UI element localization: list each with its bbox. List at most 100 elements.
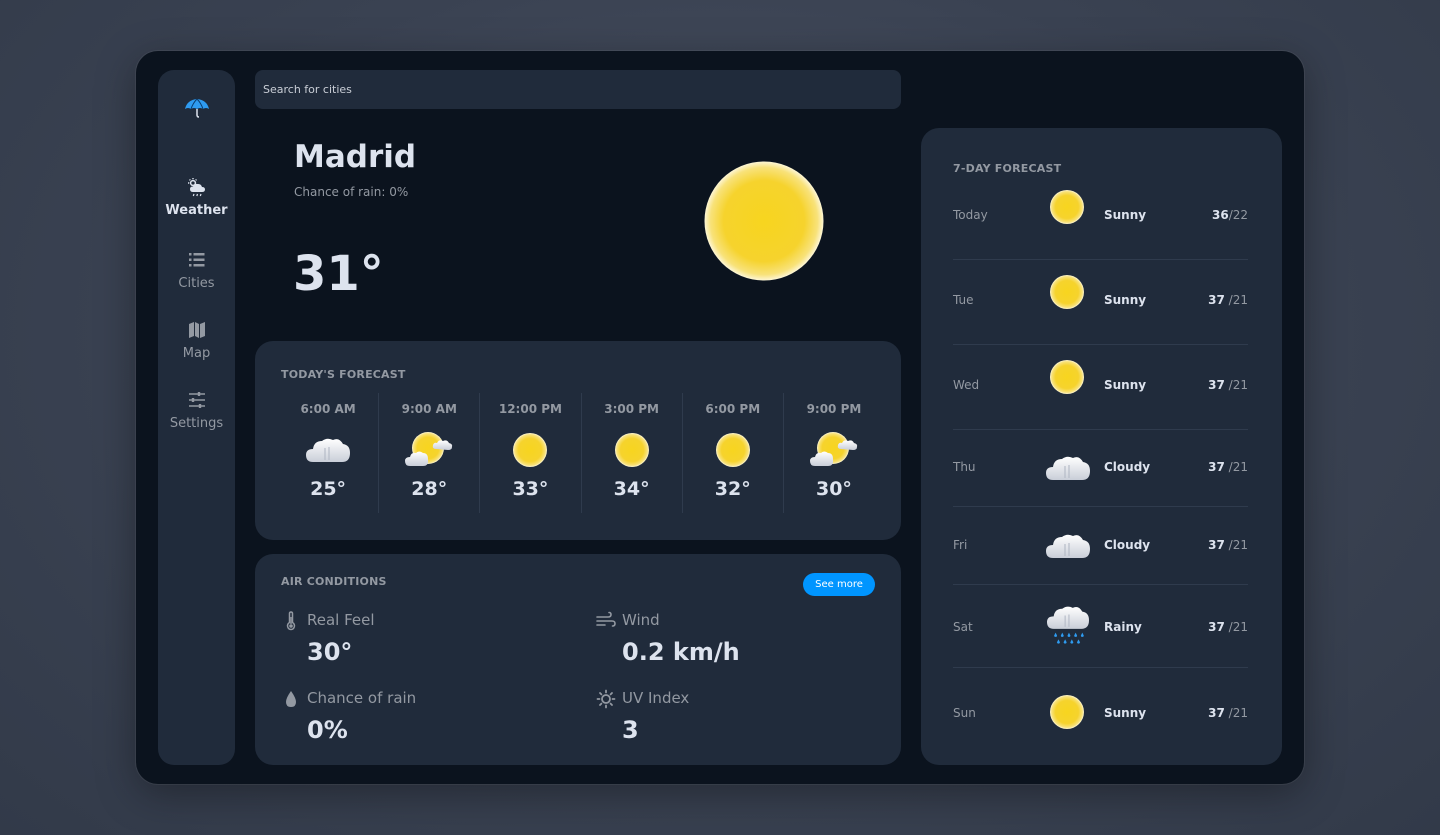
day-low: /21 [1224, 706, 1248, 720]
hour-time: 9:00 PM [806, 402, 862, 416]
sidebar-item-weather[interactable]: Weather [158, 177, 235, 218]
hour-temp: 25° [310, 478, 347, 500]
hour-temp: 33° [512, 478, 549, 500]
sun-icon [1047, 357, 1087, 397]
sun-icon [694, 151, 834, 291]
hourly-forecast-list: 6:00 AM 25° 9:00 AM 28° 12:00 PM 33° 3:0… [278, 393, 884, 513]
day-temperature: 37 /21 [1208, 620, 1248, 634]
partly-cloudy-icon [404, 430, 454, 470]
day-name: Tue [953, 293, 974, 307]
search-input[interactable] [255, 70, 901, 109]
daily-forecast-row: Fri Cloudy 37 /21 [953, 528, 1248, 585]
sidebar-item-label: Weather [165, 203, 228, 218]
day-high: 37 [1208, 538, 1225, 552]
wind-value: 0.2 km/h [622, 638, 740, 666]
day-high: 37 [1208, 293, 1225, 307]
sun-icon [1047, 272, 1087, 312]
sidebar: Weather Cities Map Settings [158, 70, 235, 765]
map-icon [188, 322, 205, 338]
day-name: Fri [953, 538, 968, 552]
seven-day-forecast-card: 7-DAY FORECAST Today Sunny 36/22 Tue Sun… [921, 128, 1282, 765]
sun-outline-icon [596, 689, 616, 709]
daily-forecast-row: Today Sunny 36/22 [953, 196, 1248, 260]
wind-icon [596, 611, 616, 627]
chance-of-rain-text: Chance of rain: 0% [294, 185, 409, 199]
day-temperature: 37 /21 [1208, 538, 1248, 552]
daily-forecast-row: Wed Sunny 37 /21 [953, 366, 1248, 430]
daily-forecast-row: Sat Rainy 37 /21 [953, 606, 1248, 668]
sun-icon [1047, 187, 1087, 227]
day-condition: Cloudy [1104, 538, 1151, 552]
day-condition: Cloudy [1104, 460, 1151, 474]
todays-forecast-card: TODAY'S FORECAST 6:00 AM 25° 9:00 AM 28°… [255, 341, 901, 540]
city-name: Madrid [294, 139, 417, 175]
day-high: 37 [1208, 620, 1225, 634]
hour-temp: 30° [815, 478, 852, 500]
day-low: /22 [1228, 208, 1248, 222]
sidebar-item-map[interactable]: Map [158, 320, 235, 361]
day-condition: Rainy [1104, 620, 1142, 634]
hour-temp: 28° [411, 478, 448, 500]
air-conditions-title: AIR CONDITIONS [281, 575, 387, 588]
cloud-icon [1043, 525, 1093, 567]
hour-time: 6:00 PM [705, 402, 761, 416]
sidebar-item-label: Settings [169, 416, 224, 431]
cloud-icon [303, 430, 353, 470]
day-high: 37 [1208, 378, 1225, 392]
day-temperature: 36/22 [1212, 208, 1248, 222]
daily-forecast-row: Sun Sunny 37 /21 [953, 689, 1248, 749]
hourly-forecast-item: 9:00 PM 30° [784, 393, 884, 513]
day-high: 36 [1211, 208, 1229, 222]
day-name: Today [953, 208, 988, 222]
hour-time: 3:00 PM [604, 402, 659, 416]
hourly-forecast-item: 12:00 PM 33° [480, 393, 582, 513]
day-low: /21 [1224, 538, 1248, 552]
sun-icon [607, 430, 657, 470]
sun-icon [1047, 692, 1087, 732]
rain-cloud-icon [1043, 604, 1093, 646]
chance-of-rain-label: Chance of rain [307, 689, 417, 707]
see-more-button[interactable]: See more [803, 573, 875, 596]
sidebar-item-label: Cities [178, 276, 215, 291]
uv-index-value: 3 [622, 716, 639, 744]
hourly-forecast-item: 3:00 PM 34° [582, 393, 683, 513]
day-low: /21 [1224, 460, 1248, 474]
day-temperature: 37 /21 [1208, 293, 1248, 307]
day-name: Wed [953, 378, 980, 392]
day-low: /21 [1224, 293, 1248, 307]
day-condition: Sunny [1104, 208, 1147, 222]
day-name: Sat [953, 620, 973, 634]
real-feel-value: 30° [307, 638, 353, 666]
wind-label: Wind [622, 611, 660, 629]
hour-temp: 34° [613, 478, 650, 500]
day-condition: Sunny [1104, 378, 1147, 392]
real-feel-label: Real Feel [307, 611, 375, 629]
day-high: 37 [1208, 460, 1225, 474]
day-low: /21 [1224, 620, 1248, 634]
daily-forecast-row: Thu Cloudy 37 /21 [953, 451, 1248, 507]
weather-app-window: Weather Cities Map Settings Search for c… [136, 51, 1304, 784]
todays-forecast-title: TODAY'S FORECAST [281, 368, 406, 381]
day-name: Sun [953, 706, 976, 720]
hour-time: 12:00 PM [498, 402, 562, 416]
day-high: 37 [1208, 706, 1225, 720]
day-name: Thu [953, 460, 976, 474]
sun-icon [505, 430, 555, 470]
umbrella-icon[interactable] [184, 98, 210, 118]
uv-index-label: UV Index [622, 689, 690, 707]
sidebar-item-cities[interactable]: Cities [158, 250, 235, 291]
chance-of-rain-value: 0% [307, 716, 348, 744]
sun-icon [708, 430, 758, 470]
hourly-forecast-item: 6:00 AM 25° [278, 393, 380, 513]
hourly-forecast-item: 9:00 AM 28° [379, 393, 481, 513]
sidebar-item-settings[interactable]: Settings [158, 390, 235, 431]
water-drop-icon [286, 691, 296, 707]
seven-day-forecast-title: 7-DAY FORECAST [953, 162, 1062, 175]
thermometer-icon [286, 611, 296, 631]
weather-icon [187, 178, 205, 197]
current-temperature: 31° [293, 246, 384, 302]
partly-cloudy-icon [809, 430, 859, 470]
hour-temp: 32° [714, 478, 751, 500]
sliders-icon [188, 392, 205, 408]
cloud-icon [1043, 447, 1093, 489]
